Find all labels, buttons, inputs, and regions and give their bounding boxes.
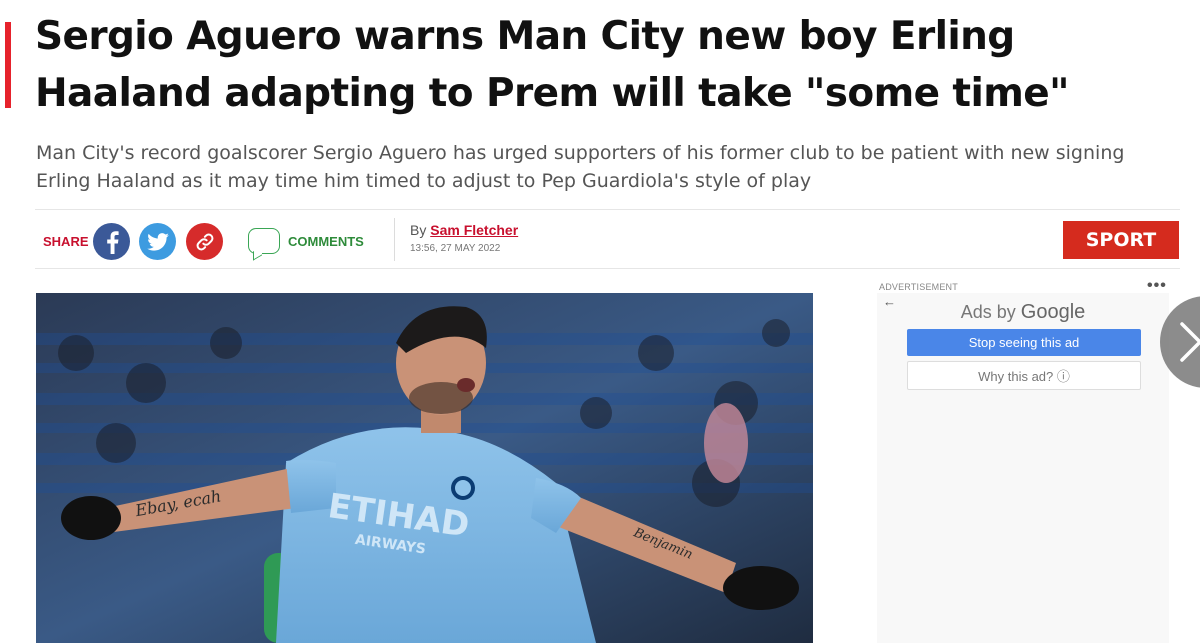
share-label: SHARE [43, 234, 89, 249]
byline-prefix: By [410, 222, 427, 238]
comment-bubble-icon [248, 228, 280, 254]
stop-seeing-ad-button[interactable]: Stop seeing this ad [907, 329, 1141, 356]
twitter-icon [146, 232, 169, 251]
byline: By Sam Fletcher [410, 222, 518, 238]
facebook-share-button[interactable] [93, 223, 130, 260]
google-wordmark: Google [1020, 301, 1086, 323]
facebook-icon [106, 230, 119, 254]
comments-button[interactable]: COMMENTS [248, 228, 364, 254]
author-link[interactable]: Sam Fletcher [430, 222, 518, 238]
article-headline: Sergio Aguero warns Man City new boy Erl… [35, 14, 1069, 116]
comments-label: COMMENTS [288, 233, 364, 249]
meta-divider [394, 218, 395, 261]
section-badge-sport[interactable]: SPORT [1063, 221, 1179, 259]
ads-by-label: Ads by [960, 302, 1016, 322]
article-meta-bar: SHARE COMMENTS By Sam Fletcher 13:56, 27… [35, 209, 1180, 269]
chevron-right-icon [1180, 322, 1200, 362]
advertisement-label: ADVERTISEMENT [879, 282, 958, 292]
headline-accent-bar [5, 22, 11, 108]
publish-timestamp: 13:56, 27 MAY 2022 [410, 243, 501, 254]
twitter-share-button[interactable] [139, 223, 176, 260]
ads-by-google: Ads by Google [877, 301, 1169, 324]
hero-photo-illustration: ETIHAD AIRWAYS Ebay, ecah Benjamin [36, 293, 813, 643]
copy-link-button[interactable] [186, 223, 223, 260]
link-icon [196, 233, 213, 250]
article-standfirst: Man City's record goalscorer Sergio Ague… [36, 142, 1125, 192]
hero-image[interactable]: ETIHAD AIRWAYS Ebay, ecah Benjamin [36, 293, 813, 643]
why-this-ad-button[interactable]: Why this ad? ⓘ [907, 361, 1141, 390]
advertisement-panel: ← Ads by Google Stop seeing this ad Why … [877, 293, 1169, 643]
